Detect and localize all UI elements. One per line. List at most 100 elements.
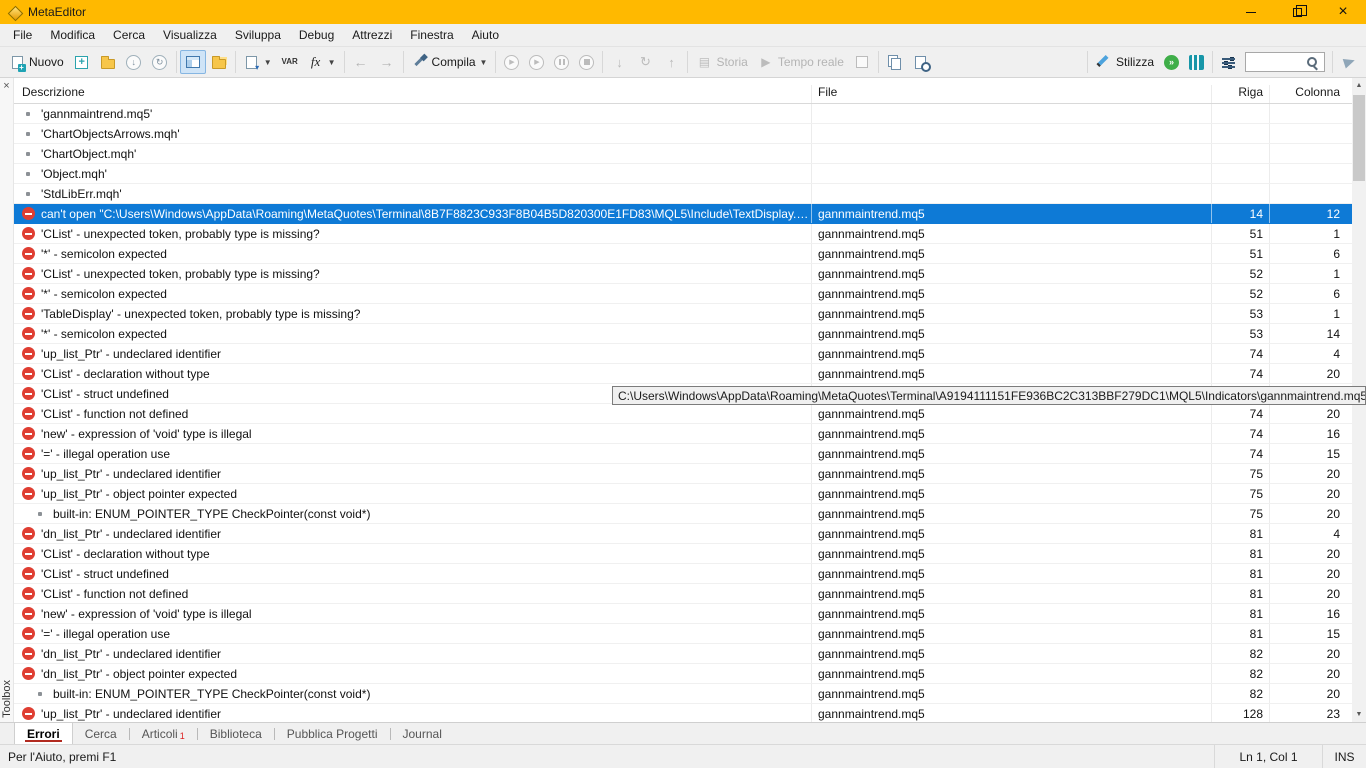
- search-icon[interactable]: [1306, 56, 1319, 69]
- table-row[interactable]: 'ChartObject.mqh': [14, 144, 1352, 164]
- close-button[interactable]: ×: [1320, 0, 1366, 24]
- minimize-button[interactable]: [1228, 0, 1274, 24]
- realtime-icon: ▶: [758, 54, 774, 70]
- row-line: 81: [1212, 584, 1270, 603]
- table-row[interactable]: can't open "C:\Users\Windows\AppData\Roa…: [14, 204, 1352, 224]
- table-row[interactable]: built-in: ENUM_POINTER_TYPE CheckPointer…: [14, 504, 1352, 524]
- table-row[interactable]: 'CList' - unexpected token, probably typ…: [14, 224, 1352, 244]
- new-button[interactable]: Nuovo: [4, 50, 69, 74]
- row-line: [1212, 124, 1270, 143]
- column-header-riga[interactable]: Riga: [1212, 85, 1270, 103]
- step-out-button[interactable]: ↑: [658, 50, 684, 74]
- table-row[interactable]: '*' - semicolon expected gannmaintrend.m…: [14, 244, 1352, 264]
- profiler-button[interactable]: [849, 50, 875, 74]
- history-button[interactable]: ▤ Storia: [691, 50, 752, 74]
- table-row[interactable]: 'CList' - function not defined gannmaint…: [14, 584, 1352, 604]
- row-status-icon: [22, 367, 35, 380]
- table-row[interactable]: 'CList' - declaration without type gannm…: [14, 544, 1352, 564]
- styler-button[interactable]: Stilizza: [1091, 50, 1159, 74]
- scrollbar-thumb[interactable]: [1353, 95, 1365, 181]
- menu-sviluppa[interactable]: Sviluppa: [226, 25, 290, 45]
- table-row[interactable]: 'ChartObjectsArrows.mqh': [14, 124, 1352, 144]
- tab-pubblica-progetti[interactable]: Pubblica Progetti: [275, 723, 390, 744]
- tab-journal[interactable]: Journal: [391, 723, 454, 744]
- column-header-descrizione[interactable]: Descrizione: [14, 85, 812, 103]
- var-button[interactable]: VAR: [277, 50, 303, 74]
- debug-pause-button[interactable]: [549, 50, 574, 74]
- table-row[interactable]: 'dn_list_Ptr' - object pointer expected …: [14, 664, 1352, 684]
- table-row[interactable]: 'CList' - declaration without type gannm…: [14, 364, 1352, 384]
- step-into-icon: ↓: [611, 54, 627, 70]
- back-button[interactable]: ←: [348, 50, 374, 74]
- insert-snippet-button[interactable]: ▼: [239, 50, 277, 74]
- table-row[interactable]: 'TableDisplay' - unexpected token, proba…: [14, 304, 1352, 324]
- navigator-toggle-button[interactable]: [206, 50, 232, 74]
- column-header-file[interactable]: File: [812, 85, 1212, 103]
- menu-finestra[interactable]: Finestra: [401, 25, 462, 45]
- table-row[interactable]: 'gannmaintrend.mq5': [14, 104, 1352, 124]
- row-file: gannmaintrend.mq5: [812, 504, 1212, 523]
- menu-file[interactable]: File: [4, 25, 41, 45]
- table-row[interactable]: '*' - semicolon expected gannmaintrend.m…: [14, 284, 1352, 304]
- var-icon: VAR: [281, 58, 297, 66]
- row-status-icon: [22, 427, 35, 440]
- toolbox-vertical-label[interactable]: Toolbox: [1, 680, 13, 718]
- menu-debug[interactable]: Debug: [290, 25, 343, 45]
- search-input[interactable]: [1248, 55, 1306, 69]
- table-row[interactable]: 'up_list_Ptr' - object pointer expected …: [14, 484, 1352, 504]
- settings-button[interactable]: [1216, 50, 1241, 74]
- table-row[interactable]: 'dn_list_Ptr' - undeclared identifier ga…: [14, 644, 1352, 664]
- save-button[interactable]: ↓: [121, 50, 147, 74]
- menu-cerca[interactable]: Cerca: [104, 25, 154, 45]
- table-row[interactable]: '*' - semicolon expected gannmaintrend.m…: [14, 324, 1352, 344]
- table-row[interactable]: '=' - illegal operation use gannmaintren…: [14, 624, 1352, 644]
- tab-biblioteca[interactable]: Biblioteca: [198, 723, 274, 744]
- mql5-community-button[interactable]: »: [1159, 50, 1184, 74]
- open-button[interactable]: [95, 50, 121, 74]
- row-col: 20: [1270, 504, 1352, 523]
- table-row[interactable]: 'StdLibErr.mqh': [14, 184, 1352, 204]
- row-file: gannmaintrend.mq5: [812, 404, 1212, 423]
- panel-close-button[interactable]: ×: [3, 80, 9, 92]
- column-header-colonna[interactable]: Colonna: [1270, 85, 1352, 103]
- step-into-button[interactable]: ↓: [606, 50, 632, 74]
- menu-modifica[interactable]: Modifica: [41, 25, 104, 45]
- table-row[interactable]: 'up_list_Ptr' - undeclared identifier ga…: [14, 704, 1352, 722]
- save-all-button[interactable]: ↻: [147, 50, 173, 74]
- compile-button[interactable]: Compila ▼: [407, 50, 493, 74]
- menu-visualizza[interactable]: Visualizza: [154, 25, 226, 45]
- menu-aiuto[interactable]: Aiuto: [463, 25, 508, 45]
- table-row[interactable]: '=' - illegal operation use gannmaintren…: [14, 444, 1352, 464]
- fx-button[interactable]: fx ▼: [303, 50, 341, 74]
- debug-stop-button[interactable]: [574, 50, 599, 74]
- table-row[interactable]: 'CList' - struct undefined gannmaintrend…: [14, 564, 1352, 584]
- debug-start-button[interactable]: ▶: [499, 50, 524, 74]
- toolbox-toggle-button[interactable]: [180, 50, 206, 74]
- tab-cerca[interactable]: Cerca: [73, 723, 129, 744]
- forward-button[interactable]: →: [374, 50, 400, 74]
- menu-attrezzi[interactable]: Attrezzi: [343, 25, 401, 45]
- table-row[interactable]: built-in: ENUM_POINTER_TYPE CheckPointer…: [14, 684, 1352, 704]
- copy-button[interactable]: [882, 50, 908, 74]
- tab-errori[interactable]: Errori: [14, 723, 73, 744]
- table-row[interactable]: 'Object.mqh': [14, 164, 1352, 184]
- table-row[interactable]: 'new' - expression of 'void' type is ill…: [14, 604, 1352, 624]
- table-row[interactable]: 'new' - expression of 'void' type is ill…: [14, 424, 1352, 444]
- table-row[interactable]: 'dn_list_Ptr' - undeclared identifier ga…: [14, 524, 1352, 544]
- step-over-button[interactable]: ↻: [632, 50, 658, 74]
- scroll-up-button[interactable]: ▲: [1352, 78, 1366, 93]
- tab-articoli[interactable]: Articoli 1: [130, 723, 197, 744]
- algo-trading-button[interactable]: [1184, 50, 1209, 74]
- new-item-button[interactable]: +: [69, 50, 95, 74]
- realtime-button[interactable]: ▶ Tempo reale: [753, 50, 849, 74]
- scroll-down-button[interactable]: ▼: [1352, 707, 1366, 722]
- search-in-files-button[interactable]: [908, 50, 934, 74]
- table-row[interactable]: 'CList' - unexpected token, probably typ…: [14, 264, 1352, 284]
- restore-icon: [1293, 8, 1302, 17]
- metaquotes-id-button[interactable]: [1336, 50, 1362, 74]
- restore-button[interactable]: [1274, 0, 1320, 24]
- table-row[interactable]: 'CList' - function not defined gannmaint…: [14, 404, 1352, 424]
- table-row[interactable]: 'up_list_Ptr' - undeclared identifier ga…: [14, 344, 1352, 364]
- debug-restart-button[interactable]: ▶: [524, 50, 549, 74]
- table-row[interactable]: 'up_list_Ptr' - undeclared identifier ga…: [14, 464, 1352, 484]
